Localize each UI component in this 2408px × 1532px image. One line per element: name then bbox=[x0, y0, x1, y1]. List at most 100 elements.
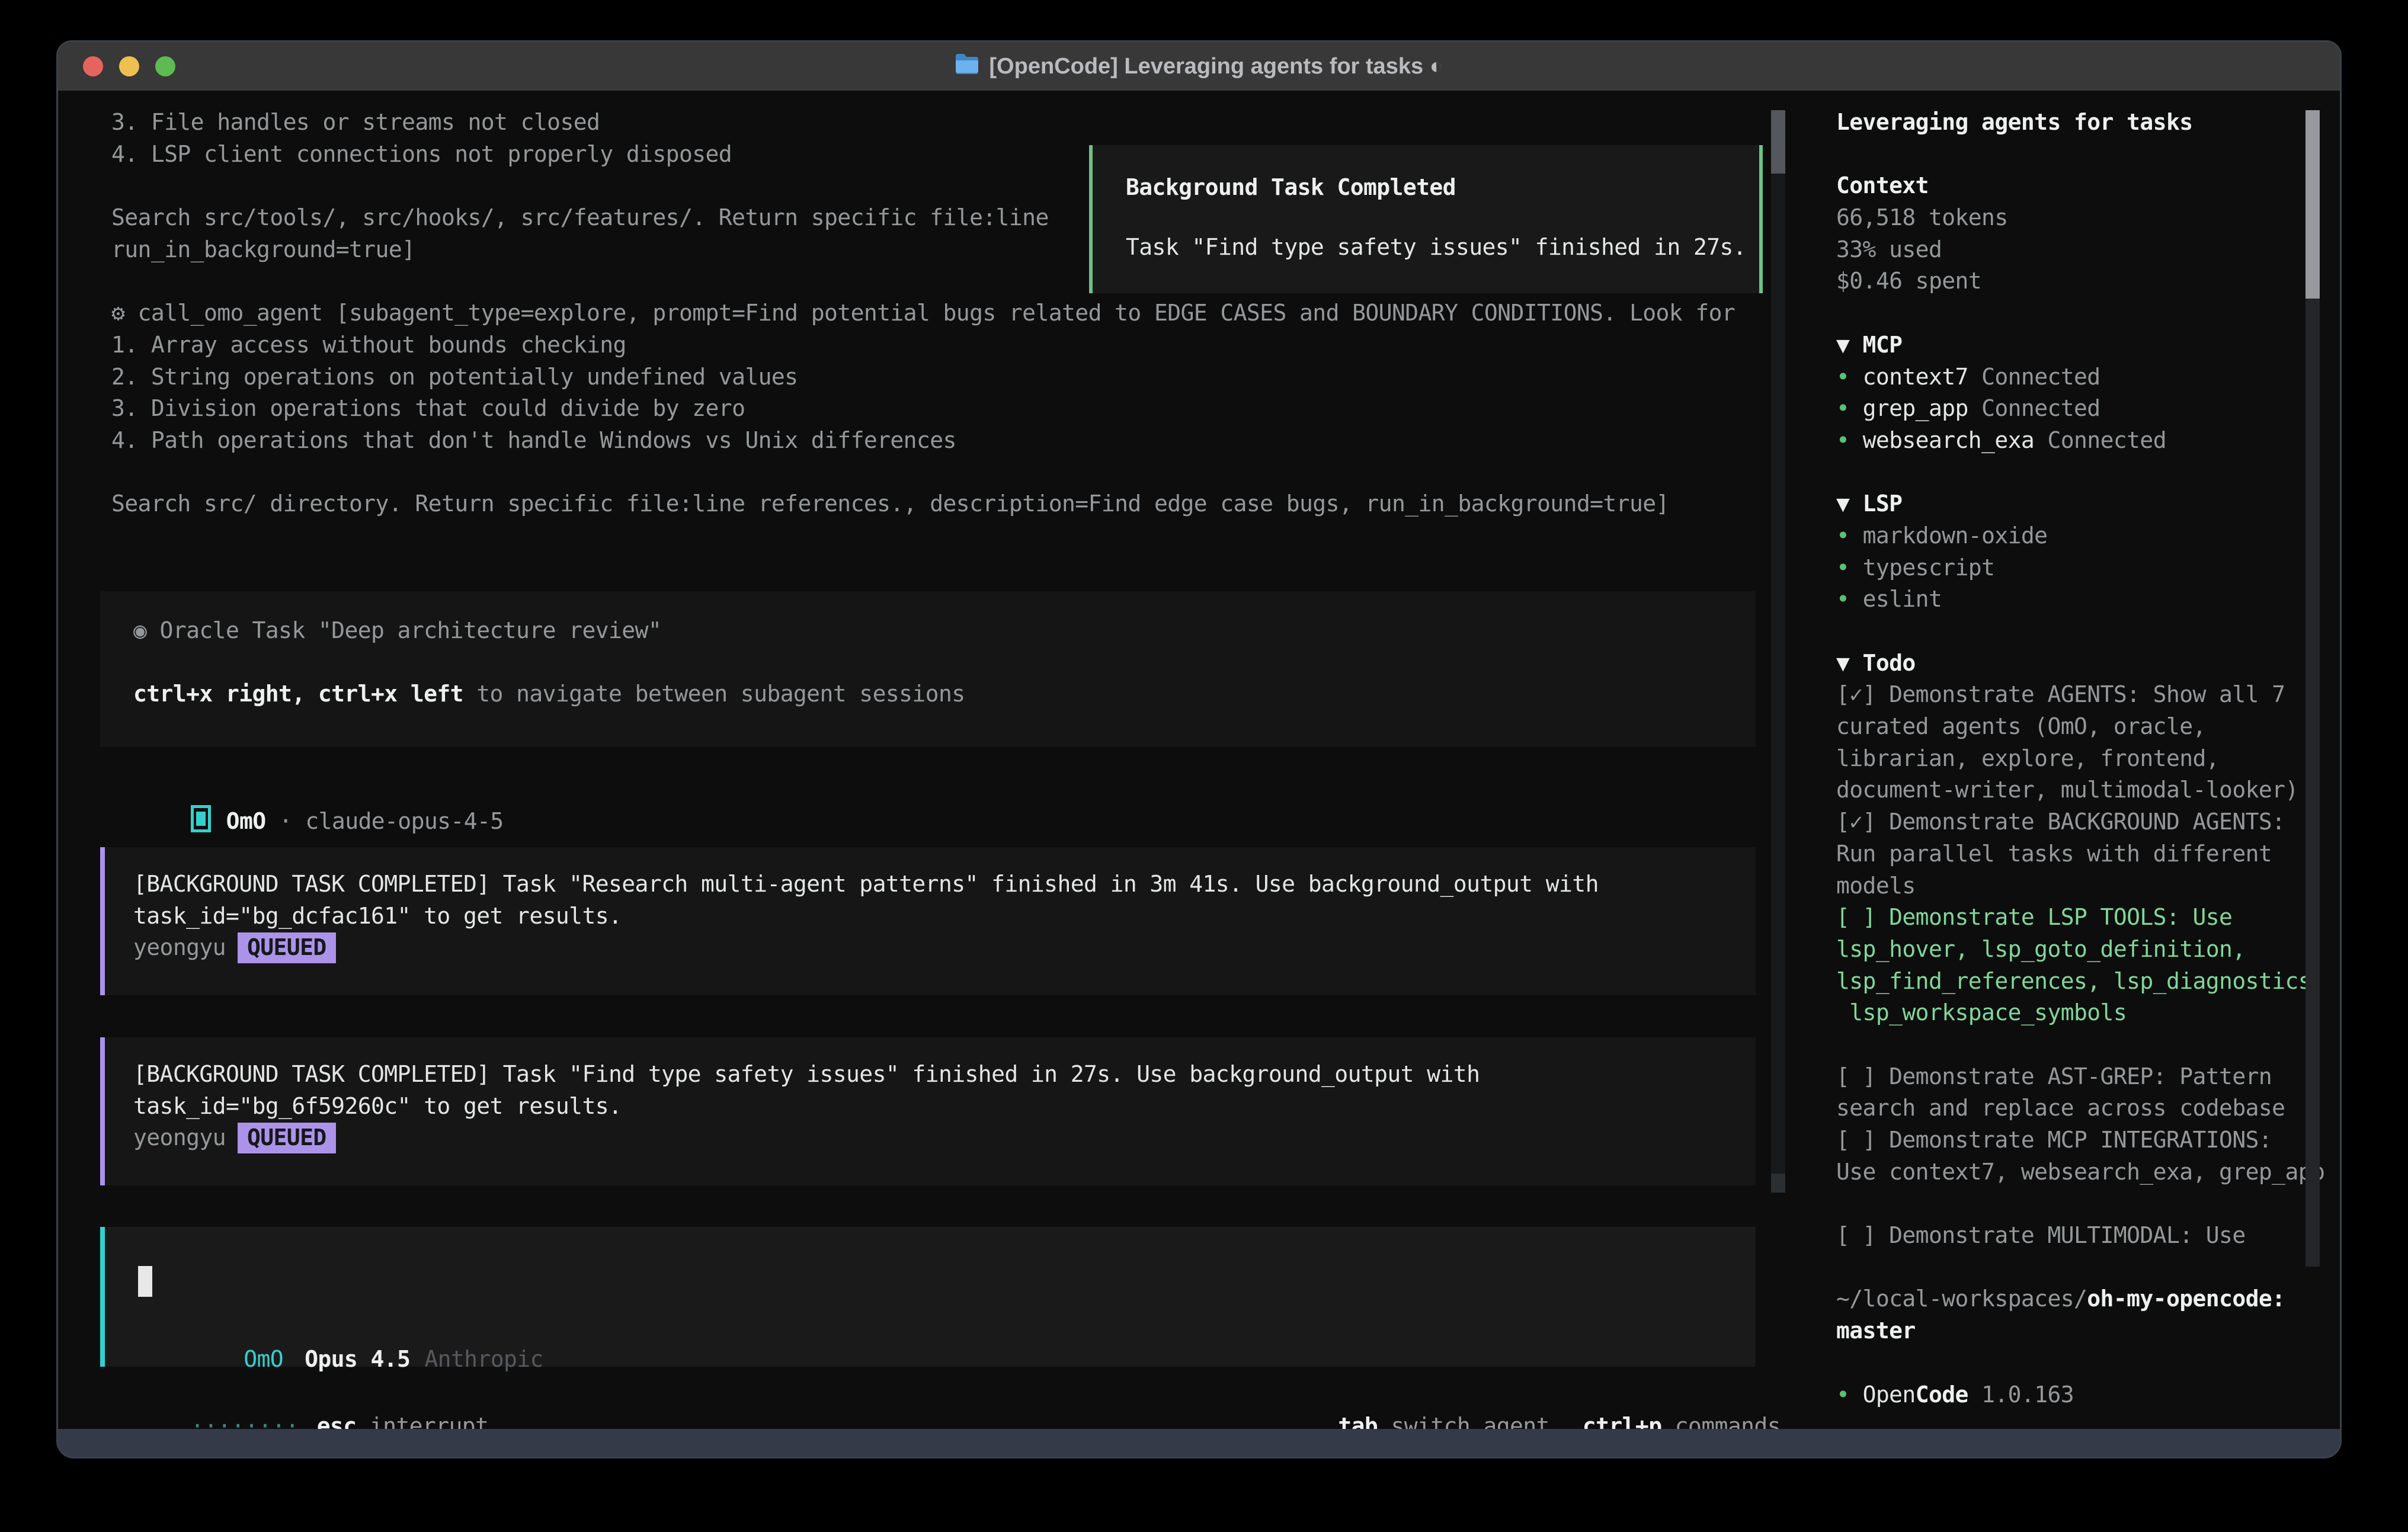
spacer-line bbox=[1836, 457, 2340, 489]
version-line: • OpenCode 1.0.163 bbox=[1836, 1379, 2340, 1411]
agent-checkbox-icon bbox=[191, 805, 211, 832]
mcp-item: • context7 Connected bbox=[1836, 361, 2340, 393]
spacer-line bbox=[1836, 1188, 2340, 1220]
sidebar: Leveraging agents for tasks Context66,51… bbox=[1836, 107, 2340, 1411]
agent-model-line: OmO · claude-opus-4-5 bbox=[111, 773, 504, 805]
output-line: 2. String operations on potentially unde… bbox=[111, 361, 1770, 393]
lsp-item: • typescript bbox=[1836, 552, 2340, 584]
hint-line: ctrl+x right, ctrl+x left to navigate be… bbox=[133, 678, 1756, 710]
main-scrollbar-end bbox=[1771, 1174, 1785, 1193]
status-badge: QUEUED bbox=[238, 932, 336, 963]
ctrlp-key-label: commands bbox=[1661, 1413, 1781, 1429]
spacer-line bbox=[1836, 297, 2340, 329]
spacer-line bbox=[1836, 1029, 2340, 1061]
terminal-content: 3. File handles or streams not closed 4. … bbox=[58, 91, 2340, 1429]
lsp-item: • eslint bbox=[1836, 584, 2340, 616]
folder-icon bbox=[955, 53, 979, 80]
output-line: Search src/ directory. Return specific f… bbox=[111, 488, 1770, 520]
todo-item-done: curated agents (OmO, oracle, bbox=[1836, 711, 2340, 743]
output-line: 1. Array access without bounds checking bbox=[111, 329, 1770, 361]
oracle-task-line: ◉ Oracle Task "Deep architecture review" bbox=[133, 615, 1756, 647]
todo-item-done: [✓] Demonstrate BACKGROUND AGENTS: bbox=[1836, 806, 2340, 838]
todo-item-active: lsp_workspace_symbols bbox=[1836, 997, 2340, 1029]
main-scrollbar-thumb[interactable] bbox=[1771, 110, 1785, 174]
task-message-line: task_id="bg_6f59260c" to get results. bbox=[133, 1091, 1756, 1123]
context-heading: Context bbox=[1836, 170, 2340, 202]
output-line: 3. File handles or streams not closed bbox=[111, 107, 1770, 139]
title-bar: [OpenCode] Leveraging agents for tasks ◐ bbox=[58, 42, 2340, 92]
todo-item-active: [ ] Demonstrate LSP TOOLS: Use bbox=[1836, 902, 2340, 934]
input-model-name: Opus 4.5 bbox=[305, 1346, 410, 1372]
todo-item-active: lsp_hover, lsp_goto_definition, bbox=[1836, 934, 2340, 966]
input-provider-name: Anthropic bbox=[424, 1346, 543, 1372]
todo-item-pending: [ ] Demonstrate MCP INTEGRATIONS: bbox=[1836, 1124, 2340, 1156]
todo-item-done: [✓] Demonstrate AGENTS: Show all 7 bbox=[1836, 679, 2340, 711]
app-window: [OpenCode] Leveraging agents for tasks ◐… bbox=[56, 40, 2342, 1459]
task-user: yeongyu bbox=[133, 1124, 226, 1150]
workspace-path: ~/local-workspaces/oh-my-opencode: bbox=[1836, 1283, 2340, 1315]
background-task-toast: Background Task Completed Task "Find typ… bbox=[1089, 145, 1763, 293]
desktop: { "window": { "title": "[OpenCode] Lever… bbox=[0, 0, 2408, 1532]
esc-key-label: interrupt bbox=[357, 1413, 489, 1429]
status-badge: QUEUED bbox=[238, 1123, 336, 1153]
todo-item-done: librarian, explore, frontend, bbox=[1836, 743, 2340, 775]
lsp-item: • markdown-oxide bbox=[1836, 520, 2340, 552]
model-name: claude-opus-4-5 bbox=[305, 808, 503, 834]
context-used: 33% used bbox=[1836, 234, 2340, 266]
toast-title: Background Task Completed bbox=[1126, 172, 1759, 204]
ctrlp-key-hint: ctrl+p bbox=[1583, 1413, 1662, 1429]
workspace-branch: master bbox=[1836, 1315, 2340, 1347]
todo-item-pending: [ ] Demonstrate MULTIMODAL: Use bbox=[1836, 1220, 2340, 1252]
main-scrollbar[interactable] bbox=[1771, 110, 1785, 1193]
todo-item-done: Run parallel tasks with different bbox=[1836, 838, 2340, 870]
task-meta-line: yeongyu QUEUED bbox=[133, 932, 1756, 964]
agent-name: OmO bbox=[226, 808, 266, 834]
oracle-lines: ◉ Oracle Task "Deep architecture review"… bbox=[133, 615, 1756, 710]
todo-item-pending: [ ] Demonstrate AST-GREP: Pattern bbox=[1836, 1061, 2340, 1093]
task-meta-line: yeongyu QUEUED bbox=[133, 1122, 1756, 1154]
task-completed-box: [BACKGROUND TASK COMPLETED] Task "Find t… bbox=[100, 1037, 1756, 1185]
status-bar-right: tab switch agentctrl+p commands bbox=[1232, 1379, 1781, 1411]
todo-item-pending: Use context7, websearch_exa, grep_app bbox=[1836, 1156, 2340, 1188]
context-tokens: 66,518 tokens bbox=[1836, 202, 2340, 234]
sidebar-scrollbar-thumb[interactable] bbox=[2305, 110, 2320, 299]
section-header-mcp[interactable]: ▼ MCP bbox=[1836, 329, 2340, 361]
sidebar-scrollbar[interactable] bbox=[2305, 110, 2320, 1267]
spacer-line bbox=[1836, 616, 2340, 648]
window-title-group: [OpenCode] Leveraging agents for tasks ◐ bbox=[58, 42, 2340, 91]
spacer-line bbox=[1836, 139, 2340, 171]
window-title: [OpenCode] Leveraging agents for tasks ◐ bbox=[989, 54, 1443, 79]
todo-item-pending: search and replace across codebase bbox=[1836, 1092, 2340, 1124]
todo-item-done: models bbox=[1836, 870, 2340, 902]
section-header-lsp[interactable]: ▼ LSP bbox=[1836, 488, 2340, 520]
tab-key-label: switch agent bbox=[1378, 1413, 1549, 1429]
task-user: yeongyu bbox=[133, 934, 226, 960]
sidebar-title: Leveraging agents for tasks bbox=[1836, 107, 2340, 139]
window-bottom-chrome bbox=[58, 1429, 2340, 1457]
spacer-line bbox=[133, 647, 1756, 679]
input-agent-name: OmO bbox=[244, 1346, 283, 1372]
mcp-item: • websearch_exa Connected bbox=[1836, 425, 2340, 457]
todo-item-active: lsp_find_references, lsp_diagnostics, bbox=[1836, 966, 2340, 998]
tab-key-hint: tab bbox=[1338, 1413, 1378, 1429]
tool-call-line: ⚙ call_omo_agent [subagent_type=explore,… bbox=[111, 297, 1770, 329]
task-message-line: task_id="bg_dcfac161" to get results. bbox=[133, 900, 1756, 932]
spinner-dots: ········ bbox=[191, 1413, 299, 1429]
mcp-item: • grep_app Connected bbox=[1836, 393, 2340, 425]
input-footer: OmOOpus 4.5Anthropic bbox=[138, 1312, 543, 1344]
separator-dot: · bbox=[266, 808, 306, 834]
prompt-input[interactable]: OmOOpus 4.5Anthropic bbox=[100, 1227, 1756, 1367]
text-cursor bbox=[138, 1266, 152, 1297]
task-completed-box: [BACKGROUND TASK COMPLETED] Task "Resear… bbox=[100, 847, 1756, 995]
todo-item-done: document-writer, multimodal-looker) bbox=[1836, 774, 2340, 806]
output-line: 4. Path operations that don't handle Win… bbox=[111, 425, 1770, 457]
toast-body: Task "Find type safety issues" finished … bbox=[1126, 232, 1759, 264]
context-spent: $0.46 spent bbox=[1836, 265, 2340, 297]
output-line: 3. Division operations that could divide… bbox=[111, 393, 1770, 425]
agent-checkbox-fill bbox=[196, 812, 206, 826]
spacer-line bbox=[1836, 1252, 2340, 1284]
oracle-session-box: ◉ Oracle Task "Deep architecture review"… bbox=[100, 591, 1756, 747]
section-header-todo[interactable]: ▼ Todo bbox=[1836, 648, 2340, 680]
output-line bbox=[111, 457, 1770, 489]
task-message-line: [BACKGROUND TASK COMPLETED] Task "Find t… bbox=[133, 1059, 1756, 1091]
